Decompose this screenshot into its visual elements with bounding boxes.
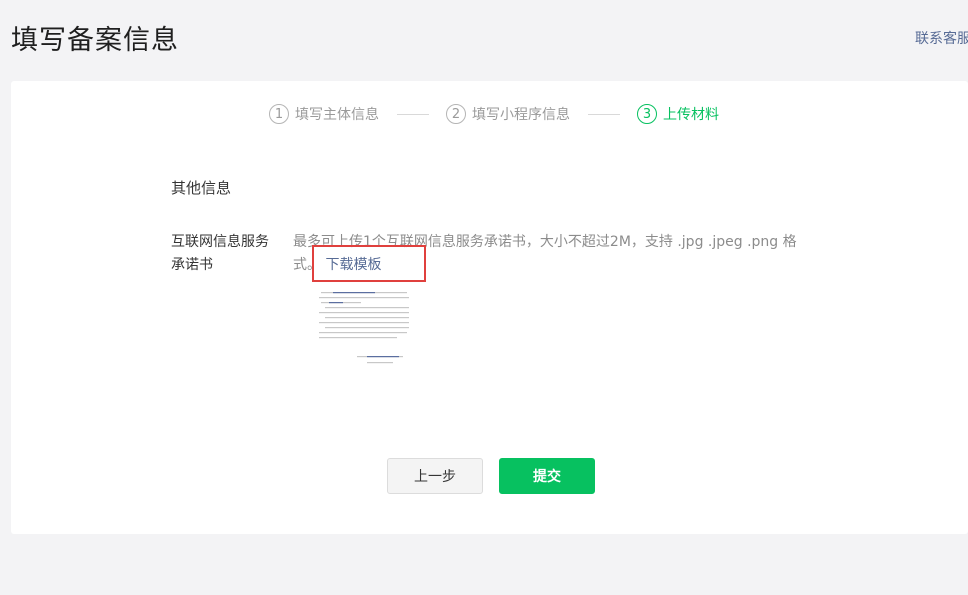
submit-button[interactable]: 提交 [499, 458, 595, 494]
step-1-label: 填写主体信息 [295, 107, 379, 123]
section-title: 其他信息 [171, 179, 232, 197]
download-template-link[interactable]: 下载模板 [325, 257, 381, 273]
page-title: 填写备案信息 [11, 25, 179, 56]
main-card: 1 填写主体信息 2 填写小程序信息 3 上传材料 其他信息 互联网信息服务承诺… [11, 81, 968, 534]
step-3-label: 上传材料 [663, 107, 719, 123]
step-1-number: 1 [269, 104, 289, 124]
step-2-number: 2 [446, 104, 466, 124]
field-label: 互联网信息服务承诺书 [171, 234, 269, 273]
step-3-number: 3 [637, 104, 657, 124]
step-indicator: 1 填写主体信息 2 填写小程序信息 3 上传材料 [269, 103, 719, 125]
previous-step-button[interactable]: 上一步 [387, 458, 483, 494]
step-divider [397, 113, 429, 115]
template-thumbnail[interactable] [305, 286, 423, 372]
contact-support-link[interactable]: 联系客服 [915, 28, 968, 48]
step-2-label: 填写小程序信息 [472, 107, 570, 123]
step-1: 1 填写主体信息 [269, 104, 379, 124]
field-description: 最多可上传1个互联网信息服务承诺书，大小不超过2M，支持 .jpg .jpeg … [293, 231, 803, 277]
step-2: 2 填写小程序信息 [446, 104, 570, 124]
step-divider [588, 113, 620, 115]
step-3: 3 上传材料 [637, 104, 719, 124]
